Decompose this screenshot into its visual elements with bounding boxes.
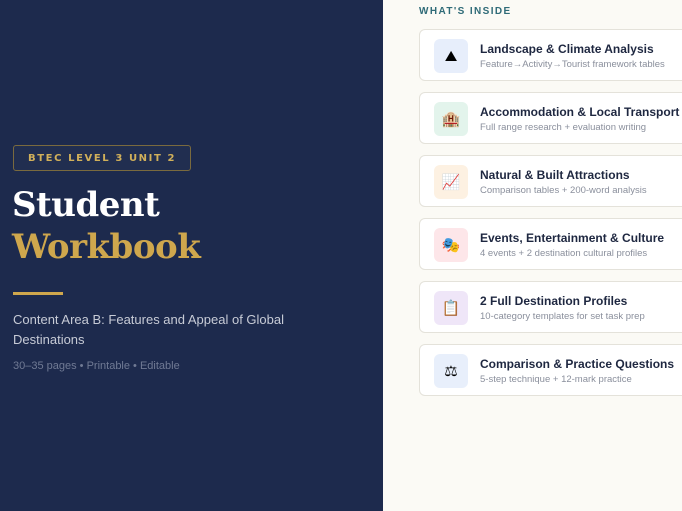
section-label: WHAT'S INSIDE [419,6,512,17]
clipboard-icon: 📋 [434,291,468,325]
theatre-masks-icon: 🎭 [434,228,468,262]
mountain-icon: ⛰ [434,39,468,73]
card-description: 5-step technique + 12-mark practice [480,374,632,385]
card-description: 4 events + 2 destination cultural profil… [480,248,648,259]
contents-card: 🏨 Accommodation & Local Transport Full r… [419,92,682,144]
contents-card: 📈 Natural & Built Attractions Comparison… [419,155,682,207]
card-description: 10-category templates for set task prep [480,311,645,322]
card-title: 2 Full Destination Profiles [480,294,628,308]
card-title: Accommodation & Local Transport [480,105,680,119]
meta-info: 30–35 pages • Printable • Editable [13,360,180,372]
workbook-cover-page: BTEC LEVEL 3 UNIT 2 Student Workbook Con… [0,0,682,511]
contents-card: 📋 2 Full Destination Profiles 10-categor… [419,281,682,333]
card-title: Natural & Built Attractions [480,168,630,182]
contents-card: ⛰ Landscape & Climate Analysis Feature→A… [419,29,682,81]
card-title: Comparison & Practice Questions [480,357,675,371]
subtitle: Content Area B: Features and Appeal of G… [13,312,285,347]
hotel-icon: 🏨 [434,102,468,136]
scales-icon: ⚖ [434,354,468,388]
contents-card: ⚖ Comparison & Practice Questions 5-step… [419,344,682,396]
contents-card: 🎭 Events, Entertainment & Culture 4 even… [419,218,682,270]
chart-icon: 📈 [434,165,468,199]
level-badge: BTEC LEVEL 3 UNIT 2 [13,145,192,171]
card-title: Landscape & Climate Analysis [480,42,654,56]
card-title: Events, Entertainment & Culture [480,231,665,245]
cover-panel: BTEC LEVEL 3 UNIT 2 Student Workbook Con… [0,0,383,511]
card-description: Full range research + evaluation writing [480,122,647,133]
title-line-1: Student [12,185,160,225]
card-description: Comparison tables + 200-word analysis [480,185,647,196]
title-line-2: Workbook [12,227,201,267]
gold-divider [13,292,63,295]
card-description: Feature→Activity→Tourist framework table… [480,59,665,70]
